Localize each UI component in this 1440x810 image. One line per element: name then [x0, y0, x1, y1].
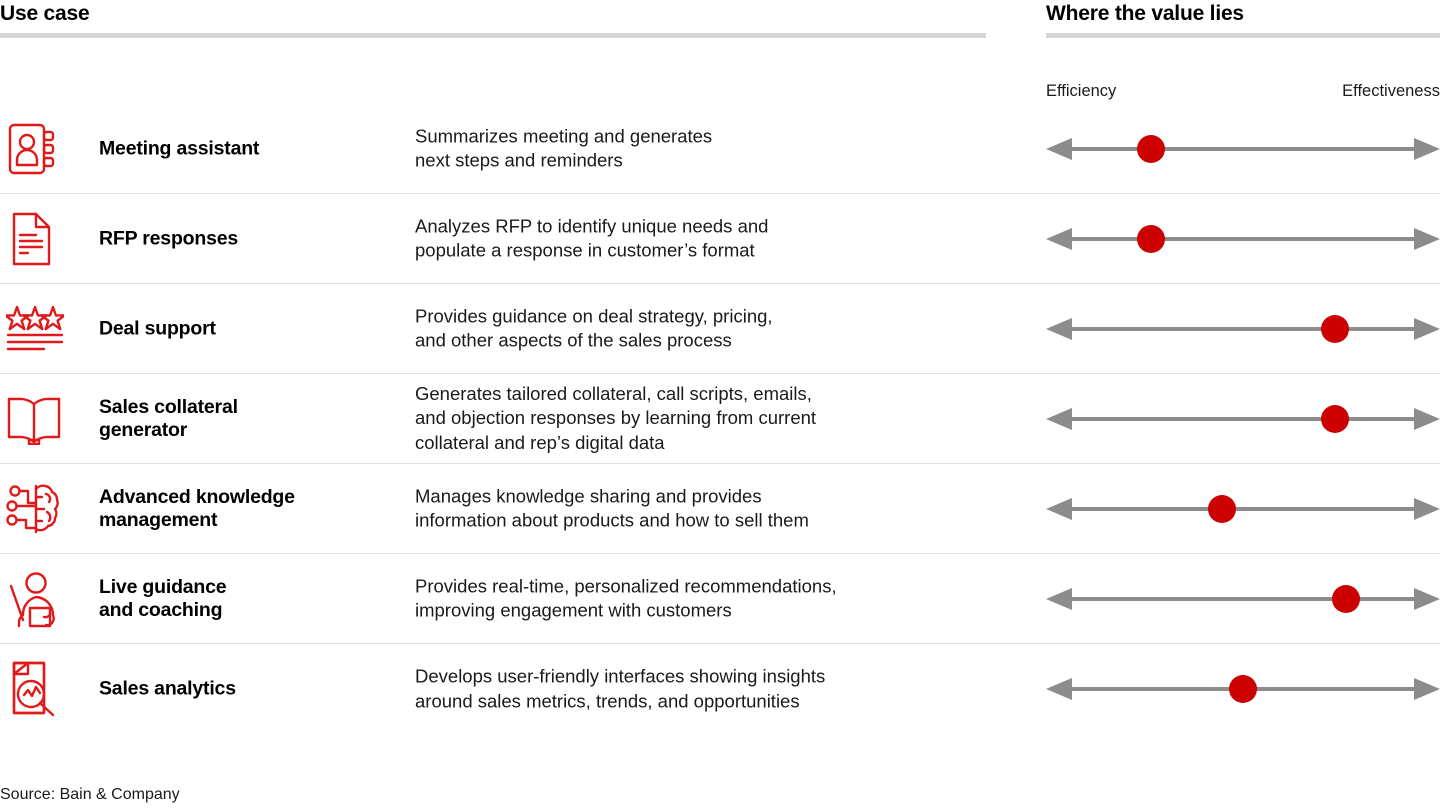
- use-case-description-line: around sales metrics, trends, and opport…: [415, 690, 800, 711]
- three-stars-icon: [6, 305, 74, 353]
- use-case-title: RFP responses: [99, 227, 239, 249]
- use-case-title: Sales collateral generator: [99, 396, 399, 442]
- axis-label-effectiveness: Effectiveness: [1342, 82, 1440, 100]
- use-case-description: Manages knowledge sharing and provides in…: [415, 484, 1015, 533]
- value-marker-dot: [1136, 134, 1165, 163]
- header-rule-left: [0, 33, 986, 38]
- use-case-description-line: Provides guidance on deal strategy, pric…: [415, 304, 773, 326]
- address-book-icon: [6, 121, 74, 177]
- use-case-description: Summarizes meeting and generates next ste…: [415, 124, 1015, 173]
- header-rule-right: [1046, 33, 1440, 38]
- use-case-description-line: Generates tailored collateral, call scri…: [415, 382, 812, 404]
- use-case-title-line: management: [99, 508, 218, 531]
- use-case-title-line: Sales collateral: [99, 395, 238, 418]
- table-row: Live guidance and coaching Provides real-t…: [0, 554, 1440, 644]
- use-case-title: Advanced knowledge management: [99, 486, 399, 532]
- use-case-description: Provides real-time, personalized recomme…: [415, 574, 1015, 623]
- use-case-description-line: populate a response in customer’s format: [415, 239, 755, 261]
- document-lines-icon: [6, 211, 74, 267]
- use-case-description-line: next steps and reminders: [415, 149, 623, 171]
- ai-brain-icon: [6, 482, 74, 536]
- use-case-description-line: Summarizes meeting and generates: [415, 124, 713, 146]
- value-axis: [1046, 224, 1440, 254]
- value-axis: [1046, 494, 1440, 524]
- value-axis: [1046, 584, 1440, 614]
- use-case-description-line: Develops user-friendly interfaces showin…: [415, 665, 826, 687]
- use-case-title: Meeting assistant: [99, 137, 260, 159]
- use-case-description-line: Manages knowledge sharing and provides: [415, 484, 762, 506]
- value-marker-dot: [1331, 584, 1360, 613]
- use-case-description: Provides guidance on deal strategy, pric…: [415, 304, 1015, 353]
- source-note: Source: Bain & Company: [0, 786, 180, 803]
- value-axis: [1046, 314, 1440, 344]
- value-axis: [1046, 674, 1440, 704]
- use-case-title: Sales analytics: [99, 677, 236, 700]
- use-case-description: Develops user-friendly interfaces showin…: [415, 664, 1015, 713]
- use-case-title: Deal support: [99, 317, 216, 339]
- use-case-title-line: Live guidance: [99, 575, 227, 598]
- page-header: Use case Where the value lies: [0, 0, 1440, 40]
- value-marker-dot: [1229, 675, 1257, 703]
- value-axis-line: [1046, 497, 1440, 520]
- value-marker-dot: [1136, 224, 1165, 253]
- column-header-value: Where the value lies: [1046, 2, 1244, 25]
- table-row: Deal support Provides guidance on deal st…: [0, 284, 1440, 374]
- table-row: Sales analytics Develops user-friendly in…: [0, 644, 1440, 734]
- use-case-description: Analyzes RFP to identify unique needs an…: [415, 214, 1015, 263]
- use-case-title-line: Advanced knowledge: [99, 485, 295, 508]
- use-case-description-line: and objection responses by learning from…: [415, 407, 817, 429]
- value-axis: [1046, 404, 1440, 434]
- document-magnifier-chart-icon: [6, 660, 74, 718]
- column-header-use-case: Use case: [0, 2, 90, 25]
- use-case-title-line: and coaching: [99, 598, 223, 621]
- value-axis: [1046, 134, 1440, 164]
- use-case-description-line: information about products and how to se…: [415, 509, 809, 531]
- use-case-description-line: Provides real-time, personalized recomme…: [415, 574, 837, 596]
- presenter-person-icon: [6, 570, 74, 628]
- table-row: Advanced knowledge management Manages know…: [0, 464, 1440, 554]
- axis-label-row: Efficiency Effectiveness: [1046, 82, 1440, 104]
- value-axis-line: [1046, 227, 1440, 250]
- use-case-rows: Meeting assistant Summarizes meeting and …: [0, 104, 1440, 734]
- table-row: RFP responses Analyzes RFP to identify un…: [0, 194, 1440, 284]
- use-case-title: Live guidance and coaching: [99, 576, 399, 622]
- value-axis-line: [1046, 587, 1440, 610]
- axis-label-efficiency: Efficiency: [1046, 82, 1117, 100]
- value-axis-line: [1046, 137, 1440, 160]
- use-case-description-line: Analyzes RFP to identify unique needs an…: [415, 214, 769, 236]
- use-case-description-line: improving engagement with customers: [415, 599, 732, 621]
- table-row: Meeting assistant Summarizes meeting and …: [0, 104, 1440, 194]
- value-axis-line: [1046, 407, 1440, 430]
- use-case-description-line: collateral and rep’s digital data: [415, 431, 665, 453]
- use-case-title-line: generator: [99, 418, 188, 441]
- use-case-description: Generates tailored collateral, call scri…: [415, 382, 1015, 456]
- use-case-description-line: and other aspects of the sales process: [415, 329, 732, 351]
- open-book-icon: [6, 393, 74, 445]
- table-row: Sales collateral generator Generates tailo…: [0, 374, 1440, 464]
- value-axis-line: [1046, 317, 1440, 340]
